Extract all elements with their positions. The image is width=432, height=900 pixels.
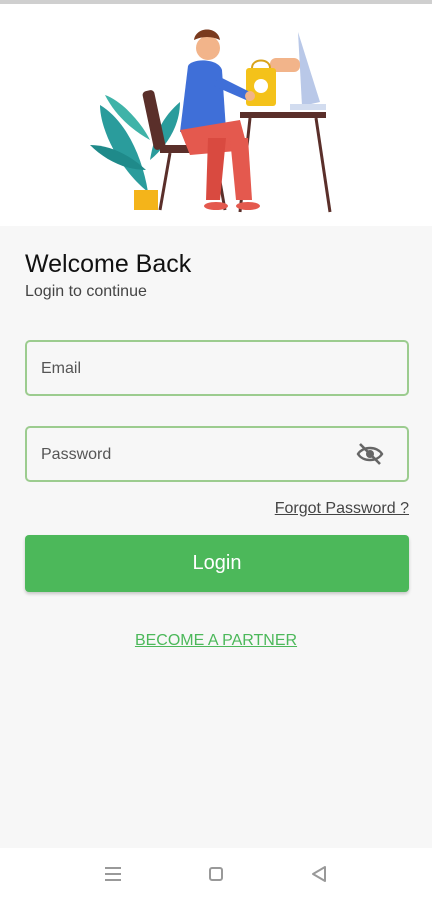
back-triangle-icon[interactable] xyxy=(307,862,331,886)
password-field-container xyxy=(25,426,409,482)
square-home-icon[interactable] xyxy=(204,862,228,886)
forgot-password-link[interactable]: Forgot Password ? xyxy=(275,500,409,518)
password-field[interactable] xyxy=(39,442,343,468)
become-partner-link[interactable]: BECOME A PARTNER xyxy=(0,632,432,650)
email-field-container xyxy=(25,340,409,396)
login-button[interactable]: Login xyxy=(25,535,409,592)
menu-icon[interactable] xyxy=(101,862,125,886)
page-title: Welcome Back xyxy=(25,250,192,278)
system-navigation-bar xyxy=(0,848,432,900)
email-field[interactable] xyxy=(39,356,343,382)
page-subtitle: Login to continue xyxy=(25,283,147,300)
eye-off-icon[interactable] xyxy=(355,442,385,466)
hero-banner xyxy=(0,4,432,226)
shopping-illustration xyxy=(90,29,332,213)
